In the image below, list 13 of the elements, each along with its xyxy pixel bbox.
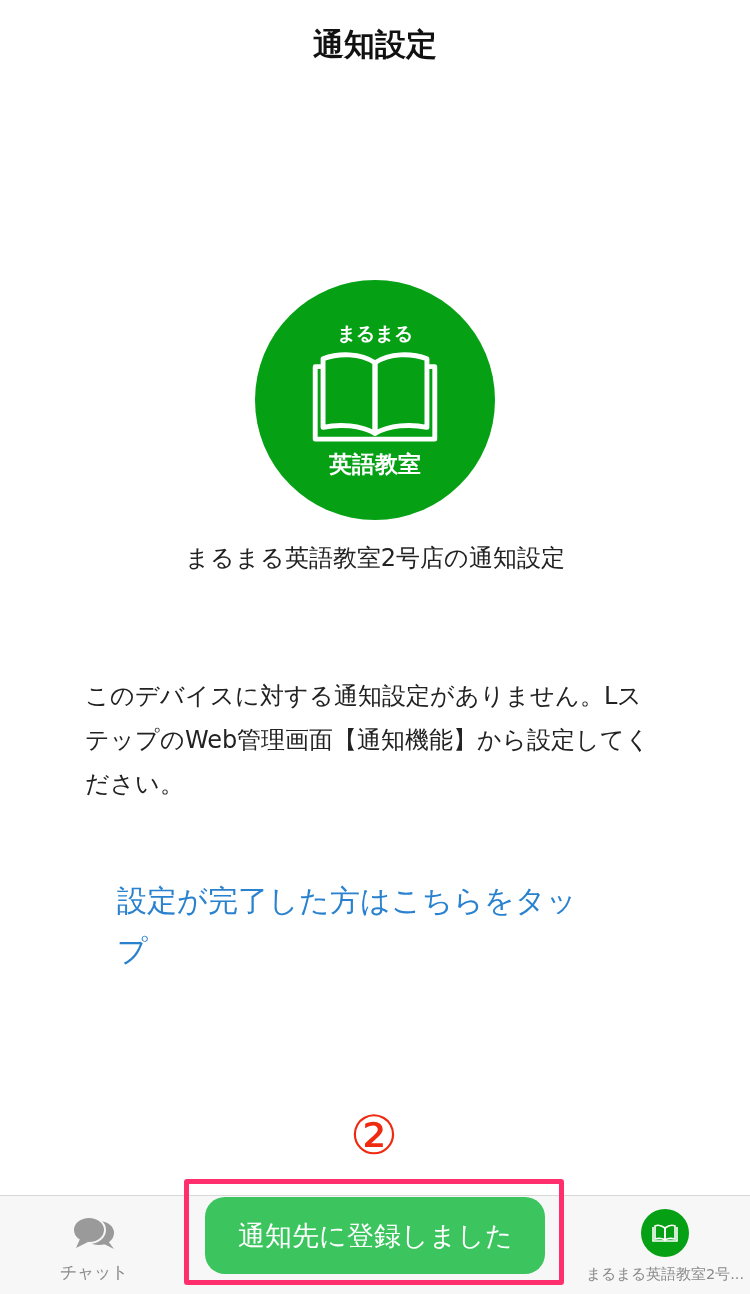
notice-message: このデバイスに対する通知設定がありません。LステップのWeb管理画面【通知機能】から設定してください。	[85, 681, 652, 800]
tab-label: チャット	[60, 1261, 128, 1284]
logo-text: まるまる	[337, 320, 413, 346]
logo-text: 英語教室	[329, 449, 421, 479]
account-caption: まるまる英語教室2号店の通知設定	[184, 543, 566, 574]
school-logo-icon	[640, 1209, 689, 1257]
tab-item[interactable]: まるまる英語教室2号...	[585, 1196, 744, 1294]
setup-complete-link[interactable]: 設定が完了した方はこちらをタップ	[117, 876, 597, 976]
tab-label: まるまる英語教室2号...	[585, 1265, 744, 1284]
tab-item[interactable]: チャット	[60, 1196, 128, 1294]
page-title: 通知設定	[313, 25, 437, 64]
toast-message: 通知先に登録しました	[205, 1197, 545, 1274]
step-number: ②	[348, 1108, 400, 1164]
